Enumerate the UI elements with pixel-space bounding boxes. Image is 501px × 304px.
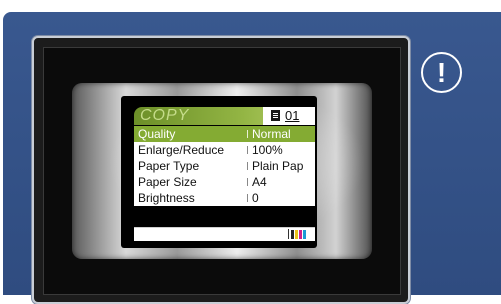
lcd-status-bar — [134, 227, 315, 241]
menu-item-label: Paper Type — [138, 159, 200, 173]
display-frame: COPY 01 Quality Normal Enlarge/Reduce 10… — [72, 83, 372, 259]
menu-item-label: Quality — [138, 127, 176, 141]
menu-item-paper-type[interactable]: Paper Type Plain Pap — [134, 158, 315, 174]
document-icon — [271, 110, 280, 121]
menu-item-paper-size[interactable]: Paper Size A4 — [134, 174, 315, 190]
menu-item-value: A4 — [252, 175, 267, 189]
menu-item-value: 0 — [252, 191, 259, 205]
display-bezel-inner: COPY 01 Quality Normal Enlarge/Reduce 10… — [43, 47, 401, 295]
exclamation-icon: ! — [421, 52, 462, 93]
ink-level-icon — [288, 229, 311, 239]
separator — [247, 130, 248, 138]
menu-item-value: Normal — [252, 127, 291, 141]
lcd-screen: COPY 01 Quality Normal Enlarge/Reduce 10… — [121, 96, 317, 248]
menu-item-label: Paper Size — [138, 175, 197, 189]
menu-item-label: Brightness — [138, 191, 195, 205]
lcd-title-bar: COPY 01 — [134, 107, 315, 125]
ink-magenta-bar — [299, 230, 302, 239]
menu-item-value: 100% — [252, 143, 283, 157]
menu-item-enlarge-reduce[interactable]: Enlarge/Reduce 100% — [134, 142, 315, 158]
ink-yellow-bar — [295, 230, 298, 239]
copies-indicator: 01 — [263, 107, 315, 125]
mode-title: COPY — [140, 107, 190, 124]
separator — [247, 178, 248, 186]
control-panel: COPY 01 Quality Normal Enlarge/Reduce 10… — [3, 12, 501, 304]
menu-item-brightness[interactable]: Brightness 0 — [134, 190, 315, 206]
copies-count: 01 — [285, 108, 300, 123]
ink-cyan-bar — [303, 230, 306, 239]
settings-menu: Quality Normal Enlarge/Reduce 100% Paper… — [134, 126, 315, 206]
separator — [247, 146, 248, 154]
separator — [247, 194, 248, 202]
menu-item-label: Enlarge/Reduce — [138, 143, 225, 157]
menu-item-value: Plain Pap — [252, 159, 304, 173]
ink-black-bar — [291, 230, 294, 239]
display-bezel: COPY 01 Quality Normal Enlarge/Reduce 10… — [32, 36, 410, 304]
exclamation-glyph: ! — [436, 56, 447, 88]
separator — [247, 162, 248, 170]
menu-item-quality[interactable]: Quality Normal — [134, 126, 315, 142]
